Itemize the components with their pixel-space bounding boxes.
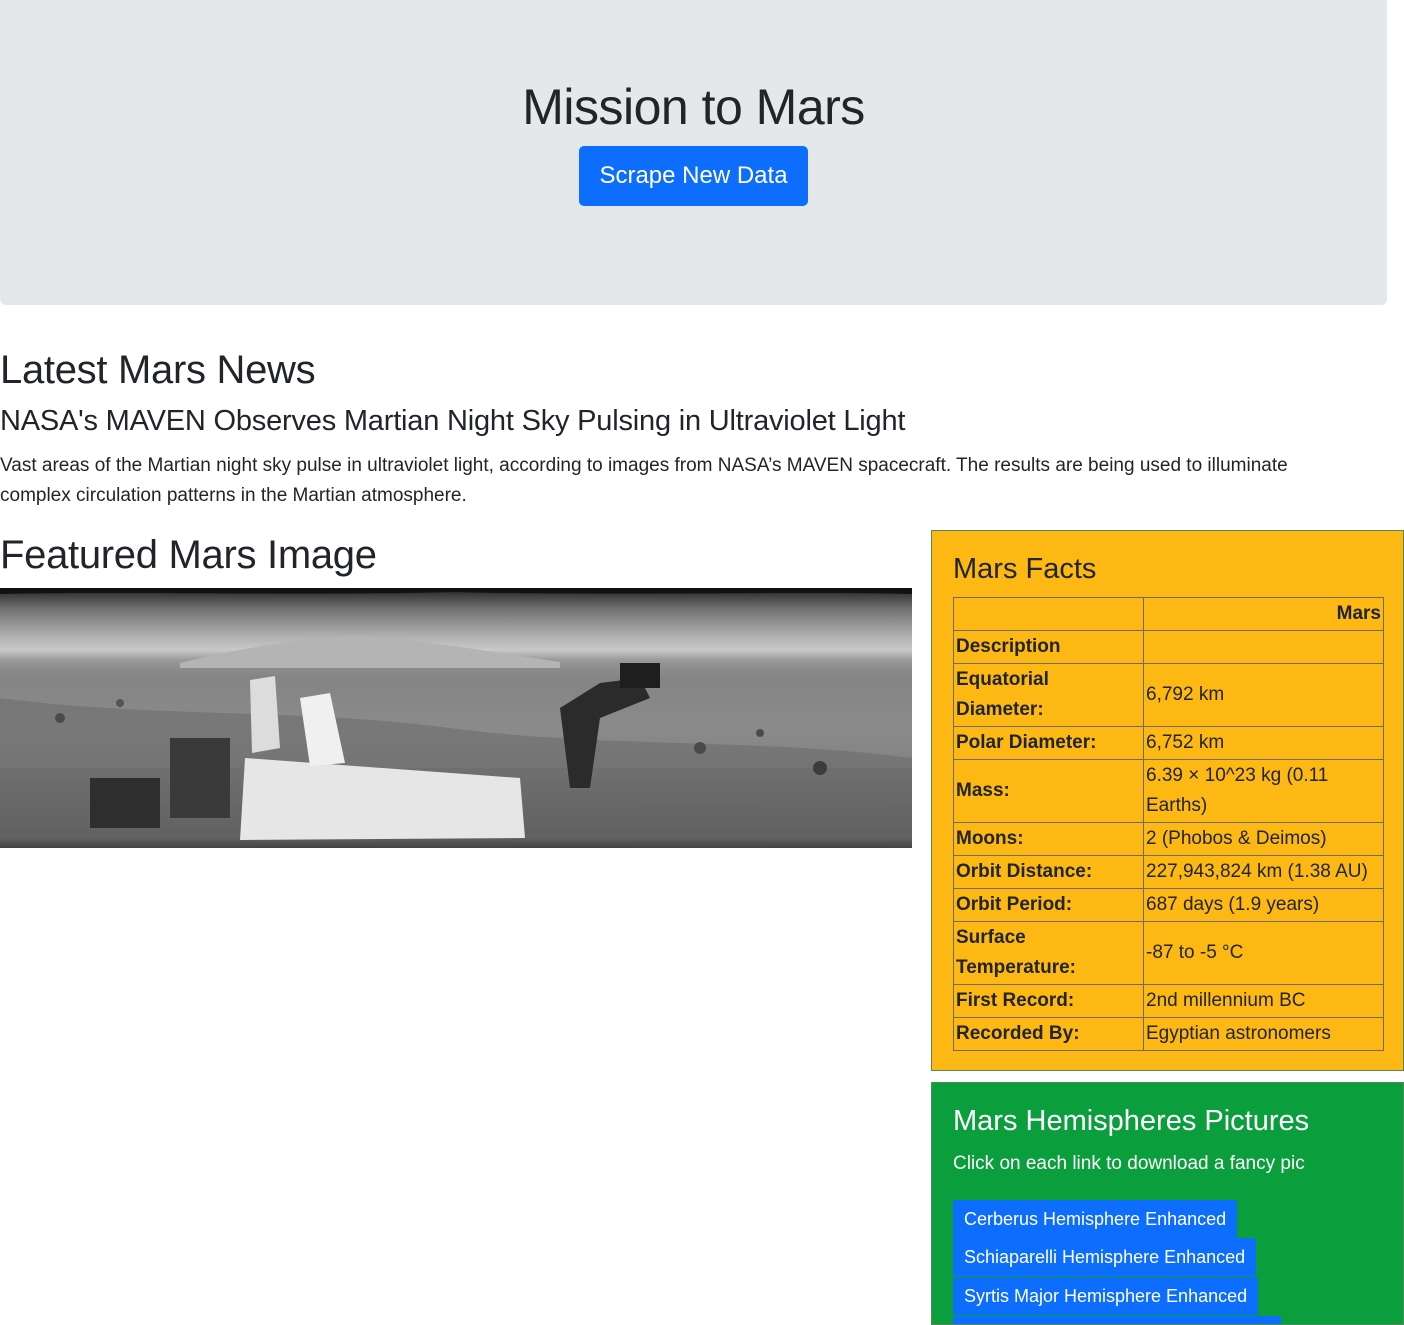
table-row: Polar Diameter: 6,752 km [953,726,1384,760]
table-row: Surface Temperature: -87 to -5 °C [953,921,1384,985]
news-paragraph: Vast areas of the Martian night sky puls… [0,455,1288,506]
featured-image-heading: Featured Mars Image [0,533,377,577]
fact-label: Moons: [953,822,1144,856]
fact-value: 6.39 × 10^23 kg (0.11 Earths) [1143,759,1384,823]
fact-label: Orbit Distance: [953,855,1144,889]
mars-facts-panel: Mars Facts Mars Description Equatorial D… [931,530,1404,1071]
table-row: Orbit Period: 687 days (1.9 years) [953,888,1384,922]
hemisphere-link-schiaparelli[interactable]: Schiaparelli Hemisphere Enhanced [953,1238,1257,1276]
table-row: Moons: 2 (Phobos & Deimos) [953,822,1384,856]
hemisphere-link-syrtis-major[interactable]: Syrtis Major Hemisphere Enhanced [953,1277,1259,1315]
table-row: Mass: 6.39 × 10^23 kg (0.11 Earths) [953,759,1384,823]
fact-value: 2 (Phobos & Deimos) [1143,822,1384,856]
fact-label: Recorded By: [953,1017,1144,1051]
hemispheres-heading: Mars Hemispheres Pictures [953,1105,1310,1137]
hemisphere-link-partial[interactable] [953,1316,1281,1324]
fact-label: Polar Diameter: [953,726,1144,760]
fact-value: 227,943,824 km (1.38 AU) [1143,855,1384,889]
table-row: First Record: 2nd millennium BC [953,984,1384,1018]
header-jumbotron: Mission to Mars Scrape New Data [0,0,1387,305]
fact-value: 687 days (1.9 years) [1143,888,1384,922]
hemispheres-panel: Mars Hemispheres Pictures Click on each … [931,1082,1404,1325]
table-row: Description [953,630,1384,664]
featured-mars-image [0,588,912,848]
fact-value: -87 to -5 °C [1143,921,1384,985]
hemisphere-link-cerberus[interactable]: Cerberus Hemisphere Enhanced [953,1200,1238,1238]
table-row: Equatorial Diameter: 6,792 km [953,663,1384,727]
fact-label: Equatorial Diameter: [953,663,1144,727]
page-title: Mission to Mars [522,79,865,135]
hemispheres-subtitle: Click on each link to download a fancy p… [953,1153,1305,1174]
fact-value: 6,752 km [1143,726,1384,760]
fact-label: First Record: [953,984,1144,1018]
mars-facts-table: Mars Description Equatorial Diameter: 6,7… [953,597,1384,1051]
fact-value: 2nd millennium BC [1143,984,1384,1018]
table-row: Recorded By: Egyptian astronomers [953,1017,1384,1051]
latest-news-heading: Latest Mars News [0,348,316,392]
table-corner-cell [953,597,1144,631]
fact-label: Description [953,630,1144,664]
mars-facts-heading: Mars Facts [953,553,1097,585]
fact-value: 6,792 km [1143,663,1384,727]
table-header-row: Mars [953,597,1384,631]
table-row: Orbit Distance: 227,943,824 km (1.38 AU) [953,855,1384,889]
news-title: NASA's MAVEN Observes Martian Night Sky … [0,405,906,437]
column-header-mars: Mars [1143,597,1384,631]
fact-value [1143,630,1384,664]
fact-label: Surface Temperature: [953,921,1144,985]
scrape-new-data-button[interactable]: Scrape New Data [579,146,808,206]
fact-label: Mass: [953,759,1144,823]
fact-label: Orbit Period: [953,888,1144,922]
mars-panorama-drawing [0,588,912,848]
fact-value: Egyptian astronomers [1143,1017,1384,1051]
